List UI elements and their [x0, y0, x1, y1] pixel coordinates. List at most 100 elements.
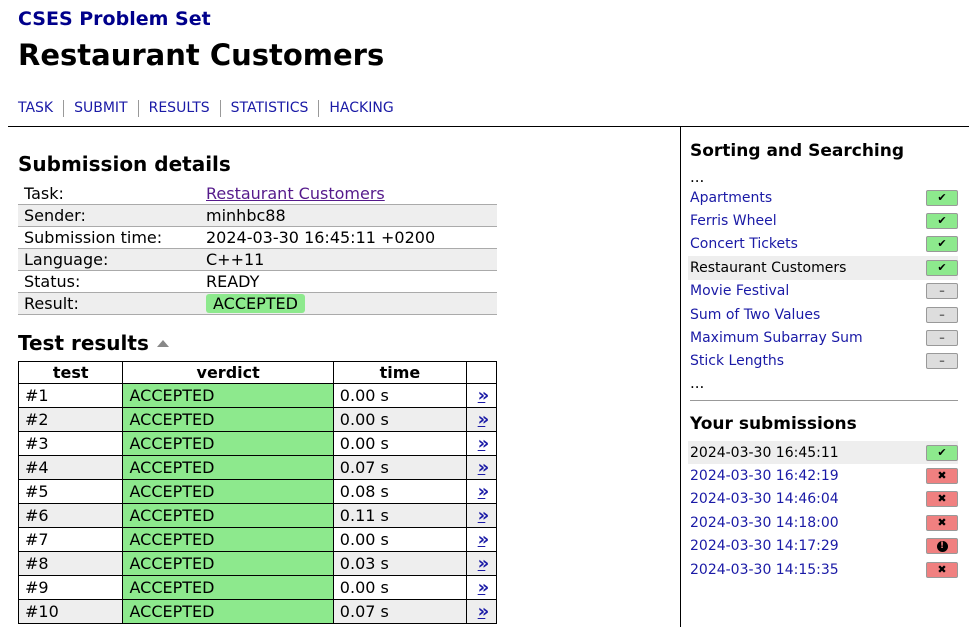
- test-row: #6 ACCEPTED 0.11 s »: [17, 503, 497, 528]
- collapse-triangle-icon[interactable]: [156, 339, 169, 347]
- checkmark-icon: ✔: [926, 236, 958, 253]
- submission-time-value: 2024-03-30 16:45:11 +0200: [200, 226, 497, 249]
- task-name[interactable]: Ferris Wheel: [690, 213, 777, 229]
- category-title: Sorting and Searching: [690, 141, 905, 161]
- checkmark-icon: ✔: [926, 444, 958, 461]
- test-number: #8: [17, 551, 124, 576]
- submission-time[interactable]: 2024-03-30 16:42:19: [690, 468, 839, 484]
- test-number: #10: [17, 599, 124, 624]
- test-details-link-icon[interactable]: »: [478, 577, 489, 598]
- test-time: 0.08 s: [332, 479, 468, 504]
- test-number: #3: [17, 431, 124, 456]
- task-list-item[interactable]: Ferris Wheel ✔: [688, 209, 958, 232]
- header-divider: [8, 126, 969, 127]
- checkmark-icon: ✔: [926, 259, 958, 276]
- test-details-link-icon[interactable]: »: [478, 409, 489, 430]
- test-number: #1: [17, 383, 124, 408]
- nav-hacking[interactable]: HACKING: [318, 100, 403, 117]
- task-list-item[interactable]: Sum of Two Values –: [688, 303, 958, 326]
- task-link[interactable]: Restaurant Customers: [206, 184, 385, 203]
- sidebar-separator: [690, 400, 958, 401]
- submission-item[interactable]: 2024-03-30 14:46:04 ✖: [688, 488, 958, 511]
- task-list-item[interactable]: Apartments ✔: [688, 186, 958, 209]
- dash-icon: –: [926, 353, 958, 370]
- task-name[interactable]: Apartments: [690, 190, 772, 206]
- checkmark-icon: ✔: [926, 213, 958, 230]
- test-verdict: ACCEPTED: [122, 575, 334, 600]
- test-number: #5: [17, 479, 124, 504]
- test-results-table: test verdict time #1 ACCEPTED 0.00 s» #2 ACC…: [17, 361, 497, 624]
- detail-key: Sender:: [18, 204, 200, 227]
- nav-statistics[interactable]: STATISTICS: [219, 100, 319, 117]
- col-test: test: [17, 361, 124, 384]
- test-time: 0.00 s: [332, 407, 468, 432]
- submission-time[interactable]: 2024-03-30 14:18:00: [690, 515, 839, 531]
- test-details-link-icon[interactable]: »: [478, 433, 489, 454]
- your-submissions-title: Your submissions: [690, 414, 857, 434]
- test-time: 0.03 s: [332, 551, 468, 576]
- test-verdict: ACCEPTED: [122, 599, 334, 624]
- task-name[interactable]: Maximum Subarray Sum: [690, 330, 863, 346]
- nav-results[interactable]: RESULTS: [137, 100, 220, 117]
- task-list-item[interactable]: Stick Lengths –: [688, 350, 958, 373]
- task-list-item[interactable]: Restaurant Customers ✔: [688, 256, 958, 280]
- task-name[interactable]: Movie Festival: [690, 283, 789, 299]
- test-details-link-icon[interactable]: »: [478, 529, 489, 550]
- task-list-item[interactable]: Maximum Subarray Sum –: [688, 326, 958, 349]
- submission-time[interactable]: 2024-03-30 14:15:35: [690, 562, 839, 578]
- test-time: 0.00 s: [332, 431, 468, 456]
- task-nav: TASK SUBMIT RESULTS STATISTICS HACKING: [18, 100, 404, 117]
- cross-icon: ✖: [926, 468, 958, 485]
- test-number: #4: [17, 455, 124, 480]
- test-verdict: ACCEPTED: [122, 407, 334, 432]
- submission-item[interactable]: 2024-03-30 16:42:19 ✖: [688, 464, 958, 487]
- detail-row-task: Task: Restaurant Customers: [18, 183, 497, 205]
- detail-row-status: Status: READY: [18, 270, 497, 293]
- test-row: #8 ACCEPTED 0.03 s »: [17, 551, 497, 576]
- test-results-header: Test results: [18, 331, 169, 355]
- test-details-link-icon[interactable]: »: [478, 481, 489, 502]
- col-verdict: verdict: [122, 361, 334, 384]
- test-details-link-icon[interactable]: »: [478, 553, 489, 574]
- task-name[interactable]: Concert Tickets: [690, 236, 798, 252]
- submission-item[interactable]: 2024-03-30 14:17:29!: [688, 535, 958, 558]
- test-row: #5 ACCEPTED 0.08 s »: [17, 479, 497, 504]
- test-details-link-icon[interactable]: »: [478, 457, 489, 478]
- language-value: C++11: [200, 248, 497, 271]
- page-title: Restaurant Customers: [18, 38, 385, 72]
- submission-time: 2024-03-30 16:45:11: [690, 444, 839, 461]
- col-time: time: [332, 361, 468, 384]
- detail-row-result: Result: ACCEPTED: [18, 292, 497, 315]
- submission-item[interactable]: 2024-03-30 14:18:00 ✖: [688, 511, 958, 534]
- checkmark-icon: ✔: [926, 189, 958, 206]
- test-time: 0.11 s: [332, 503, 468, 528]
- dash-icon: –: [926, 330, 958, 347]
- submission-list: 2024-03-30 16:45:11 ✔ 2024-03-30 16:42:19 ✖…: [688, 441, 958, 581]
- task-list-item[interactable]: Concert Tickets ✔: [688, 233, 958, 256]
- submission-item[interactable]: 2024-03-30 14:15:35 ✖: [688, 558, 958, 581]
- submission-details-heading: Submission details: [18, 152, 231, 176]
- test-details-link-icon[interactable]: »: [478, 601, 489, 622]
- submission-time[interactable]: 2024-03-30 14:46:04: [690, 491, 839, 507]
- site-title[interactable]: CSES Problem Set: [18, 8, 211, 30]
- nav-task[interactable]: TASK: [18, 100, 63, 117]
- task-name[interactable]: Stick Lengths: [690, 353, 784, 369]
- cross-icon: ✖: [926, 561, 958, 578]
- submission-time[interactable]: 2024-03-30 14:17:29: [690, 538, 839, 554]
- cross-icon: ✖: [926, 514, 958, 531]
- detail-key: Result:: [18, 292, 200, 315]
- ellipsis-top: ...: [690, 168, 705, 186]
- submission-item[interactable]: 2024-03-30 16:45:11 ✔: [688, 441, 958, 465]
- task-list-item[interactable]: Movie Festival –: [688, 280, 958, 303]
- test-details-link-icon[interactable]: »: [478, 505, 489, 526]
- test-row: #4 ACCEPTED 0.07 s »: [17, 455, 497, 480]
- detail-key: Status:: [18, 270, 200, 293]
- submission-details-table: Task: Restaurant Customers Sender: minhb…: [18, 183, 497, 315]
- task-name[interactable]: Sum of Two Values: [690, 307, 820, 323]
- nav-submit[interactable]: SUBMIT: [63, 100, 138, 117]
- test-verdict: ACCEPTED: [122, 527, 334, 552]
- task-name: Restaurant Customers: [690, 259, 847, 276]
- test-row: #1 ACCEPTED 0.00 s »: [17, 383, 497, 408]
- task-list: Apartments ✔ Ferris Wheel ✔ Concert Tickets ✔…: [688, 186, 958, 373]
- test-details-link-icon[interactable]: »: [478, 385, 489, 406]
